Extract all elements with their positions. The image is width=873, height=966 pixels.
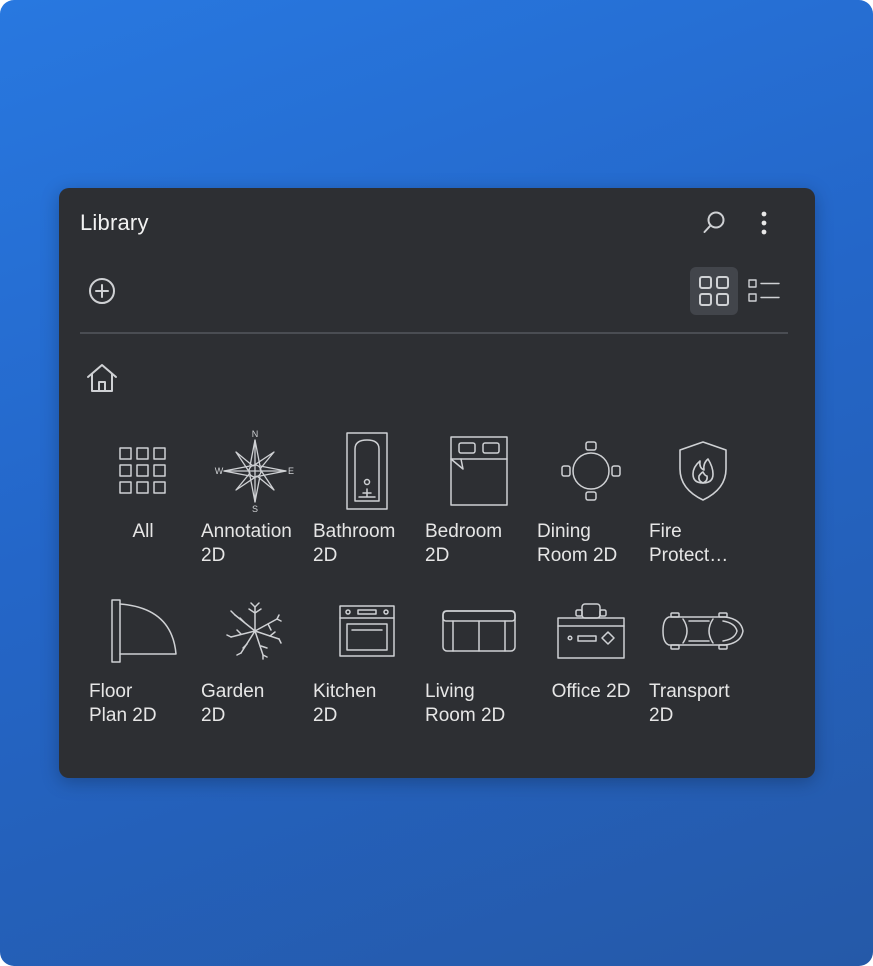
dining-table-icon [537, 426, 645, 516]
category-label: Bedroom 2D [425, 521, 503, 566]
category-label: Annotation 2D [201, 521, 292, 566]
breadcrumb-home-button[interactable] [83, 359, 121, 397]
category-all[interactable]: All [89, 426, 197, 576]
category-fire-protection[interactable]: Fire Protect… [649, 426, 757, 576]
compass-e-label: E [288, 466, 294, 476]
category-bedroom-2d[interactable]: Bedroom 2D [425, 426, 533, 576]
home-icon [85, 362, 119, 394]
sofa-icon [425, 586, 533, 676]
category-label: Living Room 2D [425, 681, 506, 726]
fire-shield-icon [649, 426, 757, 516]
add-circle-icon [88, 277, 116, 305]
search-button[interactable] [697, 206, 731, 240]
compass-rose-icon: N E S W [201, 426, 309, 516]
plant-icon [201, 586, 309, 676]
library-panel: Library All N E S W Annotation 2D Bathro… [59, 188, 815, 778]
category-label: Fire Protect… [649, 521, 729, 566]
panel-title: Library [80, 210, 149, 235]
category-label: Office 2D [551, 681, 631, 702]
category-transport-2d[interactable]: Transport 2D [649, 586, 757, 736]
search-icon [701, 210, 727, 236]
category-label: Kitchen 2D [313, 681, 377, 726]
oven-icon [313, 586, 421, 676]
category-dining-room-2d[interactable]: Dining Room 2D [537, 426, 645, 576]
category-floor-plan-2d[interactable]: Floor Plan 2D [89, 586, 197, 736]
list-view-button[interactable] [744, 271, 784, 311]
more-vertical-icon [760, 210, 768, 236]
category-label: All [132, 521, 154, 542]
bed-icon [425, 426, 533, 516]
bathtub-icon [313, 426, 421, 516]
car-icon [649, 586, 757, 676]
category-label: Floor Plan 2D [89, 681, 157, 726]
office-desk-icon [537, 586, 645, 676]
category-bathroom-2d[interactable]: Bathroom 2D [313, 426, 421, 576]
add-library-button[interactable] [85, 274, 119, 308]
category-label: Garden 2D [201, 681, 265, 726]
compass-w-label: W [215, 466, 224, 476]
category-living-room-2d[interactable]: Living Room 2D [425, 586, 533, 736]
desktop-background: Library All N E S W Annotation 2D Bathro… [0, 0, 873, 966]
compass-s-label: S [252, 504, 258, 514]
list-view-icon [748, 277, 780, 305]
more-options-button[interactable] [749, 206, 779, 240]
category-annotation-2d[interactable]: N E S W Annotation 2D [201, 426, 309, 576]
compass-n-label: N [252, 429, 259, 439]
apps-grid-icon [89, 426, 197, 516]
category-office-2d[interactable]: Office 2D [537, 586, 645, 736]
category-label: Transport 2D [649, 681, 730, 726]
category-label: Dining Room 2D [537, 521, 618, 566]
category-garden-2d[interactable]: Garden 2D [201, 586, 309, 736]
door-swing-icon [89, 586, 197, 676]
category-kitchen-2d[interactable]: Kitchen 2D [313, 586, 421, 736]
grid-view-button[interactable] [690, 267, 738, 315]
toolbar-divider [80, 332, 788, 334]
grid-view-icon [698, 275, 730, 307]
category-label: Bathroom 2D [313, 521, 396, 566]
